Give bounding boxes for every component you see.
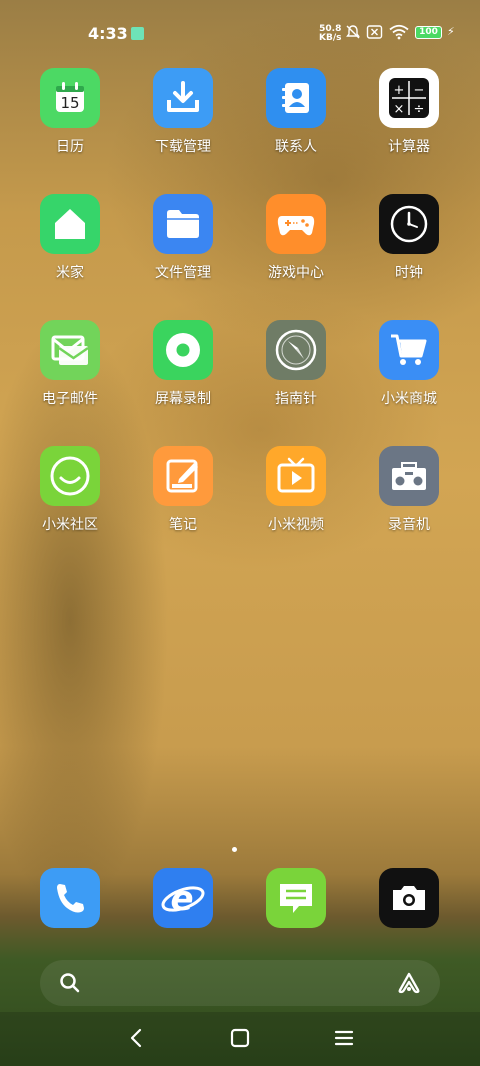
calendar-icon: 15 (40, 68, 100, 128)
app-calculator[interactable]: + − × ÷ 计算器 (359, 68, 459, 156)
battery-icon: 100 (415, 26, 442, 39)
calculator-icon: + − × ÷ (379, 68, 439, 128)
network-speed: 50.8 KB/s (319, 25, 341, 43)
app-label: 笔记 (169, 517, 197, 533)
browser-icon: e (153, 868, 213, 928)
gamepad-icon (266, 194, 326, 254)
app-label: 日历 (56, 139, 84, 155)
back-icon[interactable] (126, 1026, 146, 1050)
svg-text:+: + (394, 83, 405, 98)
camera-icon (379, 868, 439, 928)
folder-icon (153, 194, 213, 254)
svg-text:×: × (394, 102, 405, 117)
app-screen-recorder[interactable]: 屏幕录制 (133, 320, 233, 408)
app-label: 文件管理 (155, 265, 211, 281)
charging-bolt-icon: ⚡ (447, 25, 455, 38)
app-email[interactable]: 电子邮件 (20, 320, 120, 408)
home-icon[interactable] (228, 1026, 252, 1050)
app-download-manager[interactable]: 下载管理 (133, 68, 233, 156)
svg-text:÷: ÷ (414, 102, 425, 117)
app-label: 计算器 (388, 139, 430, 155)
app-clock[interactable]: 时钟 (359, 194, 459, 282)
home-icon (40, 194, 100, 254)
app-label: 屏幕录制 (155, 391, 211, 407)
dock-messages[interactable] (246, 868, 346, 928)
app-compass[interactable]: 指南针 (246, 320, 346, 408)
app-mi-home[interactable]: 米家 (20, 194, 120, 282)
recorder-icon (379, 446, 439, 506)
status-time: 4:33 (88, 24, 128, 43)
community-icon (40, 446, 100, 506)
no-sim-icon (366, 25, 383, 39)
clock-icon (379, 194, 439, 254)
svg-text:−: − (414, 83, 425, 98)
app-game-center[interactable]: 游戏中心 (246, 194, 346, 282)
dock-browser[interactable]: e (133, 868, 233, 928)
silent-bell-icon (346, 25, 360, 39)
app-label: 小米商城 (381, 391, 437, 407)
contacts-icon (266, 68, 326, 128)
network-speed-unit: KB/s (319, 33, 342, 43)
app-label: 下载管理 (155, 139, 211, 155)
phone-icon (40, 868, 100, 928)
status-bar: 4:33 50.8 KB/s 100 ⚡ (0, 0, 480, 66)
app-label: 小米视频 (268, 517, 324, 533)
page-dot-active (232, 847, 237, 852)
mail-icon (40, 320, 100, 380)
video-icon (266, 446, 326, 506)
app-mi-community[interactable]: 小米社区 (20, 446, 120, 534)
app-label: 录音机 (388, 517, 430, 533)
app-notes[interactable]: 笔记 (133, 446, 233, 534)
app-calendar[interactable]: 15 日历 (20, 68, 120, 156)
app-mi-video[interactable]: 小米视频 (246, 446, 346, 534)
app-label: 电子邮件 (42, 391, 98, 407)
page-indicator (230, 837, 239, 856)
app-contacts[interactable]: 联系人 (246, 68, 346, 156)
screen-record-icon (153, 320, 213, 380)
notes-icon (153, 446, 213, 506)
compass-icon (266, 320, 326, 380)
calendar-date: 15 (60, 94, 79, 112)
messages-icon (266, 868, 326, 928)
svg-text:e: e (170, 879, 193, 919)
app-label: 游戏中心 (268, 265, 324, 281)
download-icon (153, 68, 213, 128)
app-label: 米家 (56, 265, 84, 281)
assistant-icon[interactable] (396, 970, 422, 996)
dock-camera[interactable] (359, 868, 459, 928)
search-bar[interactable] (40, 960, 440, 1006)
dock-phone[interactable] (20, 868, 120, 928)
app-label: 指南针 (275, 391, 317, 407)
app-label: 联系人 (275, 139, 317, 155)
app-label: 小米社区 (42, 517, 98, 533)
app-label: 时钟 (395, 265, 423, 281)
cart-icon (379, 320, 439, 380)
app-file-manager[interactable]: 文件管理 (133, 194, 233, 282)
recents-icon[interactable] (332, 1026, 356, 1050)
search-icon[interactable] (58, 971, 82, 995)
navigation-bar (0, 1012, 480, 1066)
wifi-icon (389, 24, 409, 40)
app-mi-store[interactable]: 小米商城 (359, 320, 459, 408)
app-recorder[interactable]: 录音机 (359, 446, 459, 534)
notification-app-icon (131, 27, 144, 40)
